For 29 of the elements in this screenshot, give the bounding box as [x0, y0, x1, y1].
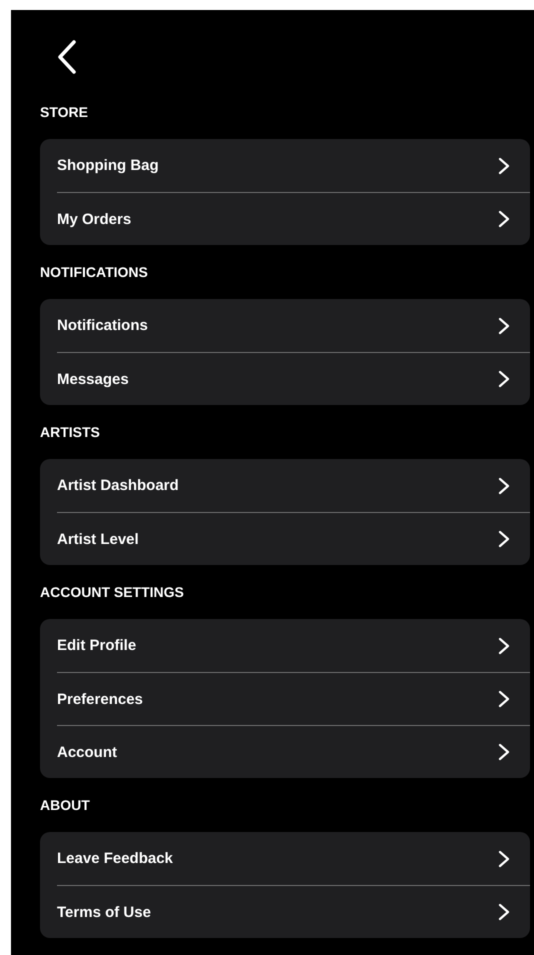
chevron-right-icon [498, 316, 510, 334]
menu-item[interactable]: Shopping Bag [57, 139, 530, 192]
chevron-right-icon [498, 903, 510, 921]
section-header: NOTIFICATIONS [40, 263, 149, 282]
chevron-right-icon [498, 210, 510, 228]
menu-item[interactable]: Leave Feedback [57, 832, 530, 885]
chevron-right-icon [498, 850, 510, 868]
chevron-right-icon [498, 690, 510, 708]
section-header: ABOUT [40, 796, 91, 815]
menu-item[interactable]: Artist Dashboard [57, 459, 530, 512]
section-header: STORE [40, 103, 89, 122]
section-header: ACCOUNT SETTINGS [40, 583, 185, 602]
chevron-right-icon [498, 743, 510, 761]
chevron-right-icon [498, 370, 510, 388]
menu-item[interactable]: Preferences [57, 672, 530, 725]
chevron-right-icon [498, 476, 510, 494]
back-chevron-icon [57, 40, 77, 74]
menu-item[interactable]: Account [57, 725, 530, 778]
menu-item[interactable]: My Orders [57, 192, 530, 245]
menu-item[interactable]: Terms of Use [57, 885, 530, 938]
menu-item[interactable]: Artist Level [57, 512, 530, 565]
back-button[interactable] [57, 40, 77, 74]
chevron-right-icon [498, 530, 510, 548]
menu-item[interactable]: Edit Profile [57, 619, 530, 672]
menu-item[interactable]: Messages [57, 352, 530, 405]
chevron-right-icon [498, 156, 510, 174]
menu-item[interactable]: Notifications [57, 299, 530, 352]
section-header: ARTISTS [40, 423, 101, 442]
chevron-right-icon [498, 636, 510, 654]
